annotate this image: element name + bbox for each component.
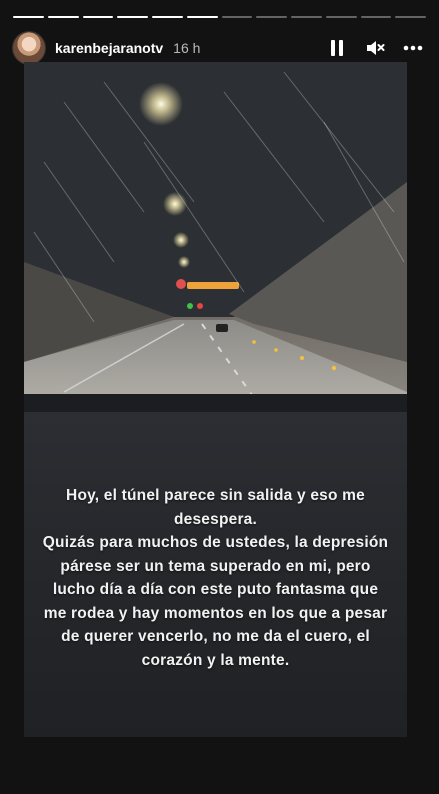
story-media[interactable]: Hoy, el túnel parece sin salida y eso me… xyxy=(24,62,407,737)
progress-segment xyxy=(186,16,218,18)
avatar[interactable] xyxy=(13,32,45,64)
time-ago: 16 h xyxy=(173,40,201,56)
username[interactable]: karenbejaranotv xyxy=(55,40,163,56)
progress-segment xyxy=(13,16,44,18)
pause-icon[interactable] xyxy=(324,35,350,61)
progress-segment xyxy=(395,16,426,18)
progress-segment xyxy=(291,16,322,18)
progress-segment xyxy=(221,16,253,18)
speaker-muted-icon[interactable] xyxy=(362,35,388,61)
story-caption: Hoy, el túnel parece sin salida y eso me… xyxy=(42,487,389,669)
story-header: karenbejaranotv 16 h xyxy=(13,31,426,65)
progress-segment xyxy=(117,16,148,18)
story-viewer: karenbejaranotv 16 h Hoy, el túnel parec… xyxy=(0,0,439,794)
progress-segment xyxy=(82,16,114,18)
story-progress xyxy=(13,16,426,19)
progress-segment xyxy=(47,16,79,18)
progress-segment xyxy=(325,16,357,18)
progress-segment xyxy=(152,16,183,18)
progress-segment xyxy=(256,16,287,18)
tunnel-photo xyxy=(24,62,407,413)
progress-segment xyxy=(360,16,392,18)
more-horizontal-icon[interactable] xyxy=(400,35,426,61)
